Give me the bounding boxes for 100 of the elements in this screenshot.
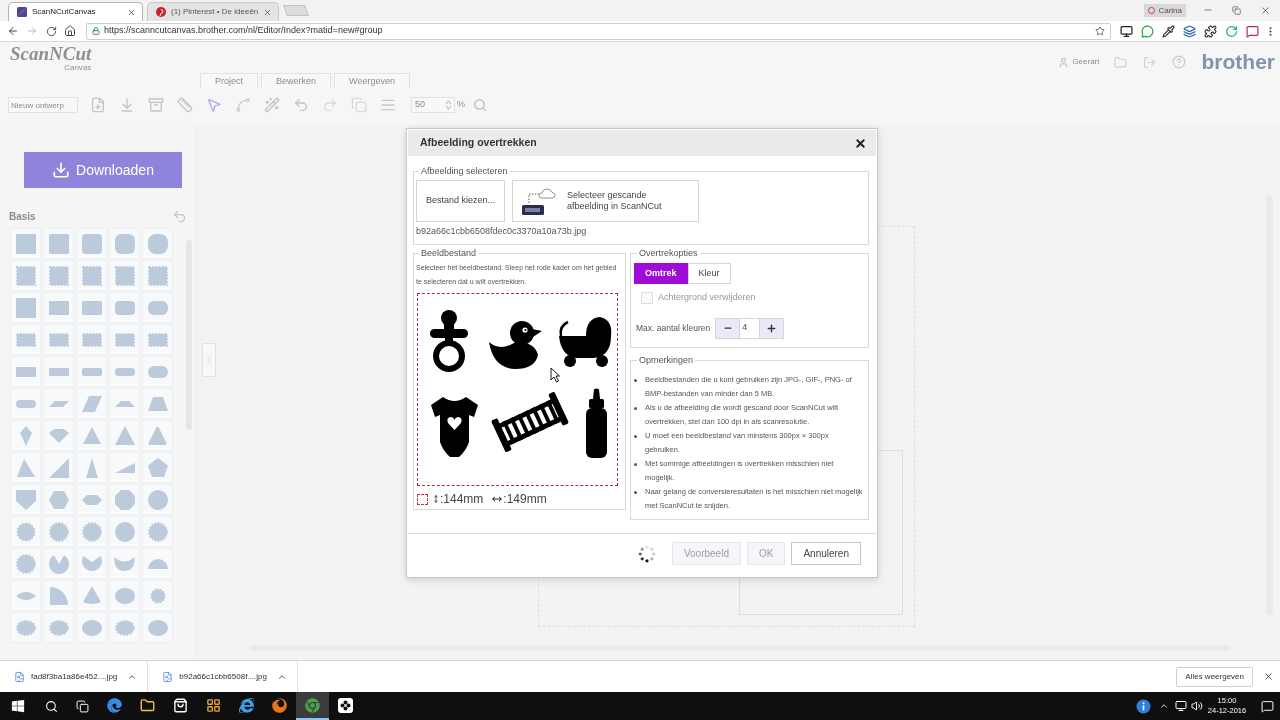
redo-icon[interactable] — [322, 97, 338, 113]
shape-tile[interactable] — [142, 516, 173, 547]
shape-tile[interactable] — [109, 388, 140, 419]
shape-tile[interactable] — [109, 356, 140, 387]
home-icon[interactable] — [64, 25, 76, 37]
shape-tile[interactable] — [109, 516, 140, 547]
taskbar-app[interactable] — [296, 692, 329, 720]
shape-tile[interactable] — [43, 580, 74, 611]
shape-tile[interactable] — [10, 580, 41, 611]
help-icon[interactable] — [1171, 55, 1186, 69]
shape-tile[interactable] — [10, 420, 41, 451]
shape-tile[interactable] — [43, 292, 74, 323]
chat-bubble-icon[interactable] — [1141, 24, 1154, 38]
shape-tile[interactable] — [43, 260, 74, 291]
curve-icon[interactable] — [235, 97, 251, 113]
ruler-icon[interactable] — [177, 97, 193, 113]
shape-tile[interactable] — [142, 356, 173, 387]
monitor-icon[interactable] — [1120, 24, 1133, 38]
shape-tile[interactable] — [76, 292, 107, 323]
download-item[interactable]: fad8f3ba1a86e452....jpg — [14, 670, 118, 683]
shape-tile[interactable] — [76, 260, 107, 291]
browser-tab[interactable]: (1) Pinterest • De ideeën — [147, 2, 280, 21]
shape-tile[interactable] — [43, 612, 74, 643]
shape-tile[interactable] — [10, 548, 41, 579]
reload-icon[interactable] — [46, 25, 57, 37]
shape-tile[interactable] — [142, 324, 173, 355]
info-badge-icon[interactable] — [1136, 698, 1151, 714]
circular-arrow-icon[interactable] — [1225, 24, 1238, 38]
layers-icon[interactable] — [1183, 24, 1196, 38]
shape-tile[interactable] — [10, 324, 41, 355]
mode-toggle[interactable]: Kleur — [687, 263, 731, 284]
pointer-icon[interactable] — [206, 97, 222, 113]
shape-tile[interactable] — [109, 612, 140, 643]
shape-tile[interactable] — [142, 548, 173, 579]
copy-icon[interactable] — [351, 97, 367, 113]
new-tab-button[interactable] — [283, 5, 310, 16]
shape-tile[interactable] — [142, 260, 173, 291]
shape-tile[interactable] — [142, 612, 173, 643]
shape-tile[interactable] — [142, 388, 173, 419]
increase-button[interactable] — [760, 318, 784, 338]
download-icon[interactable] — [119, 97, 135, 113]
shape-tile[interactable] — [76, 452, 107, 483]
mode-toggle[interactable]: Omtrek — [634, 263, 688, 284]
color-count-field[interactable]: 4 — [739, 318, 761, 338]
puzzle-icon[interactable] — [1204, 24, 1217, 38]
shape-tile[interactable] — [109, 452, 140, 483]
shape-tile[interactable] — [43, 420, 74, 451]
shape-tile[interactable] — [43, 356, 74, 387]
shape-tile[interactable] — [43, 324, 74, 355]
folder-icon[interactable] — [1113, 55, 1127, 69]
dialog-button[interactable]: Annuleren — [791, 542, 861, 565]
scan-image-button[interactable]: Selecteer gescande afbeelding in ScanNCut — [512, 180, 699, 222]
shape-tile[interactable] — [43, 388, 74, 419]
shape-tile[interactable] — [10, 228, 41, 259]
decrease-button[interactable] — [716, 318, 740, 338]
logout-icon[interactable] — [1142, 55, 1156, 69]
shape-tile[interactable] — [10, 292, 41, 323]
close-icon[interactable] — [1263, 671, 1274, 682]
show-all-button[interactable]: Alles weergeven — [1176, 666, 1253, 687]
download-item[interactable]: b92a66c1cbb6508f....jpg — [162, 670, 267, 683]
shape-tile[interactable] — [43, 452, 74, 483]
shape-tile[interactable] — [109, 548, 140, 579]
shape-tile[interactable] — [76, 388, 107, 419]
shape-tile[interactable] — [142, 484, 173, 515]
volume-icon[interactable] — [1191, 700, 1203, 712]
shape-tile[interactable] — [10, 612, 41, 643]
close-tab-icon[interactable] — [263, 7, 273, 17]
browser-tab[interactable]: ScanNCutCanvas — [8, 2, 143, 21]
shape-tile[interactable] — [142, 580, 173, 611]
shape-tile[interactable] — [142, 420, 173, 451]
shape-tile[interactable] — [10, 388, 41, 419]
shape-tile[interactable] — [109, 580, 140, 611]
shape-tile[interactable] — [109, 260, 140, 291]
undo-icon[interactable] — [172, 209, 187, 224]
shape-tile[interactable] — [43, 228, 74, 259]
shape-tile[interactable] — [10, 516, 41, 547]
shape-tile[interactable] — [109, 324, 140, 355]
shape-tile[interactable] — [109, 228, 140, 259]
shape-tile[interactable] — [10, 484, 41, 515]
chevron-up-icon[interactable] — [1159, 701, 1169, 711]
notification-icon[interactable] — [1261, 699, 1274, 713]
shape-tile[interactable] — [76, 356, 107, 387]
choose-file-button[interactable]: Bestand kiezen... — [416, 180, 505, 222]
profile-button[interactable]: Carina — [1144, 4, 1186, 17]
list-icon[interactable] — [380, 97, 396, 113]
address-field[interactable]: https://scanncutcanvas.brother.com/nl/Editor/Index?matid=new#group — [86, 22, 1111, 40]
network-icon[interactable] — [1175, 700, 1187, 712]
shape-tile[interactable] — [109, 420, 140, 451]
archive-icon[interactable] — [148, 97, 164, 113]
shape-tile[interactable] — [10, 452, 41, 483]
back-icon[interactable] — [7, 25, 19, 37]
square-bubble-icon[interactable] — [1246, 24, 1259, 38]
shape-tile[interactable] — [10, 356, 41, 387]
shape-tile[interactable] — [76, 612, 107, 643]
shape-tile[interactable] — [109, 484, 140, 515]
shape-tile[interactable] — [43, 516, 74, 547]
shape-tile[interactable] — [76, 324, 107, 355]
shape-tile[interactable] — [43, 484, 74, 515]
shape-tile[interactable] — [43, 548, 74, 579]
shape-tile[interactable] — [76, 484, 107, 515]
